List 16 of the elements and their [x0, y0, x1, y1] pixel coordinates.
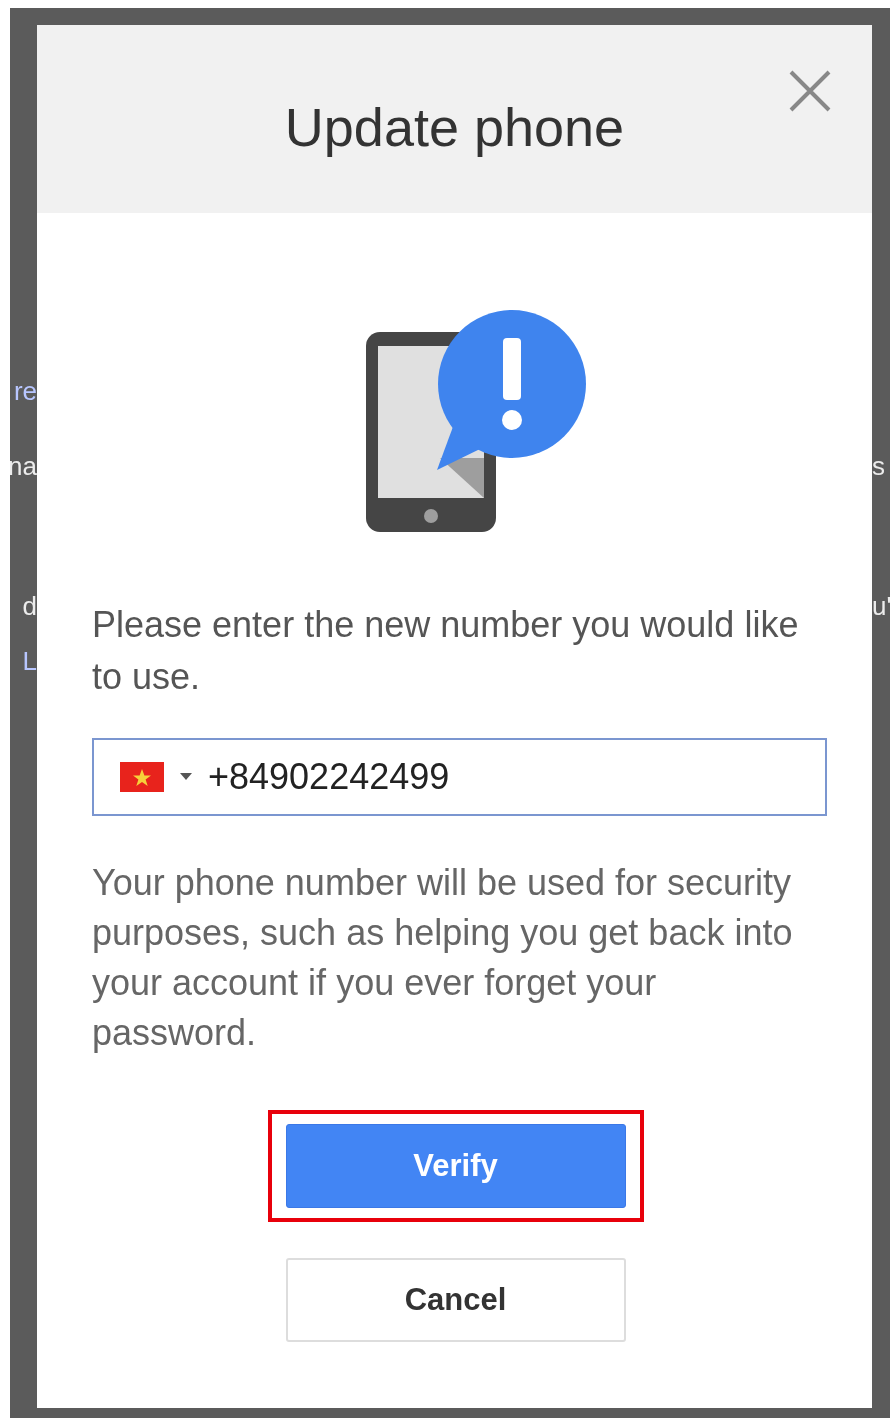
background-link-text: L	[22, 645, 37, 678]
verify-button[interactable]: Verify	[285, 1124, 626, 1208]
flag-icon[interactable]	[120, 762, 164, 792]
background-text: u'	[872, 590, 890, 623]
dialog-title: Update phone	[284, 96, 625, 158]
cancel-button[interactable]: Cancel	[285, 1258, 626, 1342]
security-note: Your phone number will be used for security purposes, such as helping you get back into your account if you ever forget your password.	[92, 861, 794, 1055]
background-text: na	[10, 450, 37, 483]
phone-field[interactable]: +84902242499	[92, 738, 827, 816]
background-text: d	[22, 590, 37, 623]
background-link-text: re	[13, 375, 37, 408]
prompt-text: Please enter the new number you would like to use.	[92, 603, 800, 699]
dropdown-caret-icon[interactable]	[180, 773, 192, 781]
background-text: s	[872, 450, 885, 483]
close-icon[interactable]	[788, 69, 832, 113]
phone-number-input[interactable]: +84902242499	[208, 756, 708, 798]
